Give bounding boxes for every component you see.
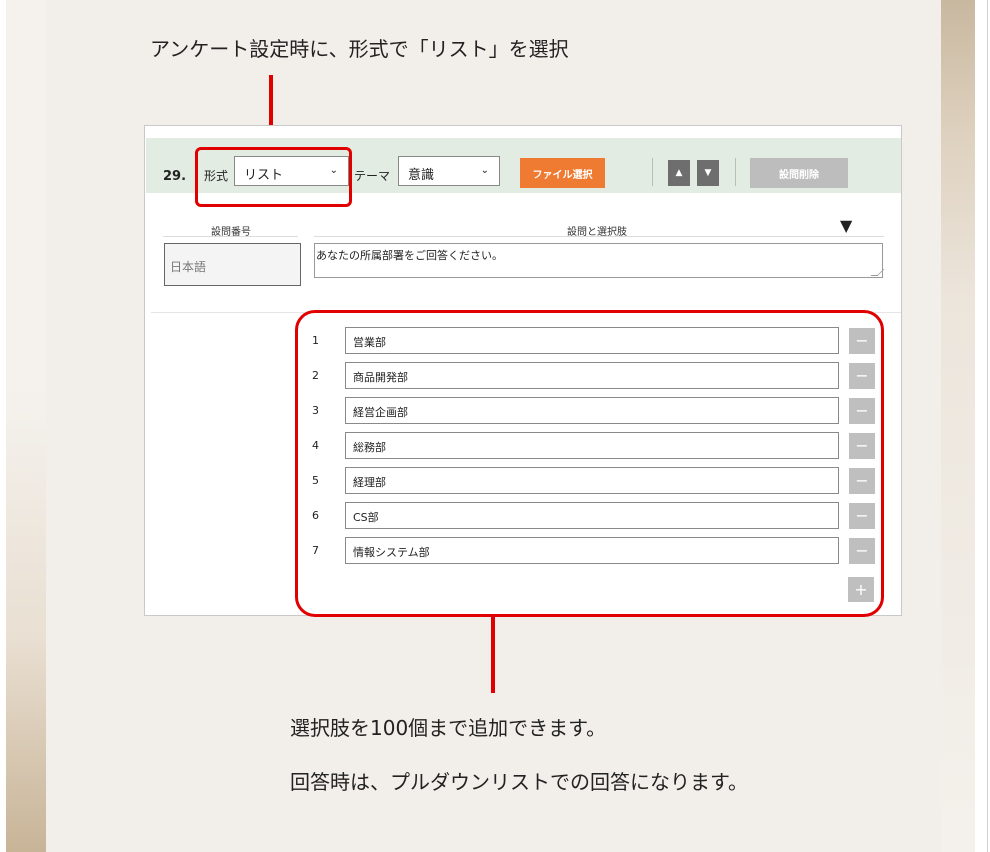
theme-select-value: 意識	[408, 168, 435, 183]
resize-handle-icon[interactable]	[870, 269, 885, 276]
theme-select[interactable]: 意識 ⌄	[398, 156, 500, 186]
toolbar-divider	[735, 158, 736, 186]
theme-label: テーマ	[354, 169, 391, 183]
scrollbar-track[interactable]	[987, 0, 988, 852]
right-decorative-rail	[941, 0, 975, 852]
top-caption: アンケート設定時に、形式で「リスト」を選択	[150, 37, 569, 61]
question-text-area[interactable]: あなたの所属部署をご回答ください。	[314, 243, 885, 278]
move-down-button[interactable]: ▼	[697, 160, 719, 186]
header-divider	[163, 236, 298, 237]
choices-highlight-box	[295, 310, 884, 617]
collapse-triangle-icon[interactable]: ▼	[840, 216, 852, 235]
delete-question-button[interactable]: 設問削除	[750, 158, 848, 188]
chevron-down-icon: ⌄	[480, 165, 489, 176]
format-highlight-box	[195, 147, 352, 207]
question-text: あなたの所属部署をご回答ください。	[316, 249, 503, 262]
bottom-caption-1: 選択肢を100個まで追加できます。	[290, 716, 607, 740]
language-field[interactable]: 日本語	[164, 243, 301, 286]
question-number: 29.	[163, 169, 187, 184]
bottom-connector-line	[491, 617, 495, 693]
move-up-button[interactable]: ▲	[668, 160, 690, 186]
file-select-button[interactable]: ファイル選択	[520, 158, 605, 188]
bottom-caption-2: 回答時は、プルダウンリストでの回答になります。	[290, 770, 748, 794]
toolbar-divider	[652, 158, 653, 186]
left-decorative-rail	[0, 0, 46, 852]
header-divider	[314, 236, 884, 237]
